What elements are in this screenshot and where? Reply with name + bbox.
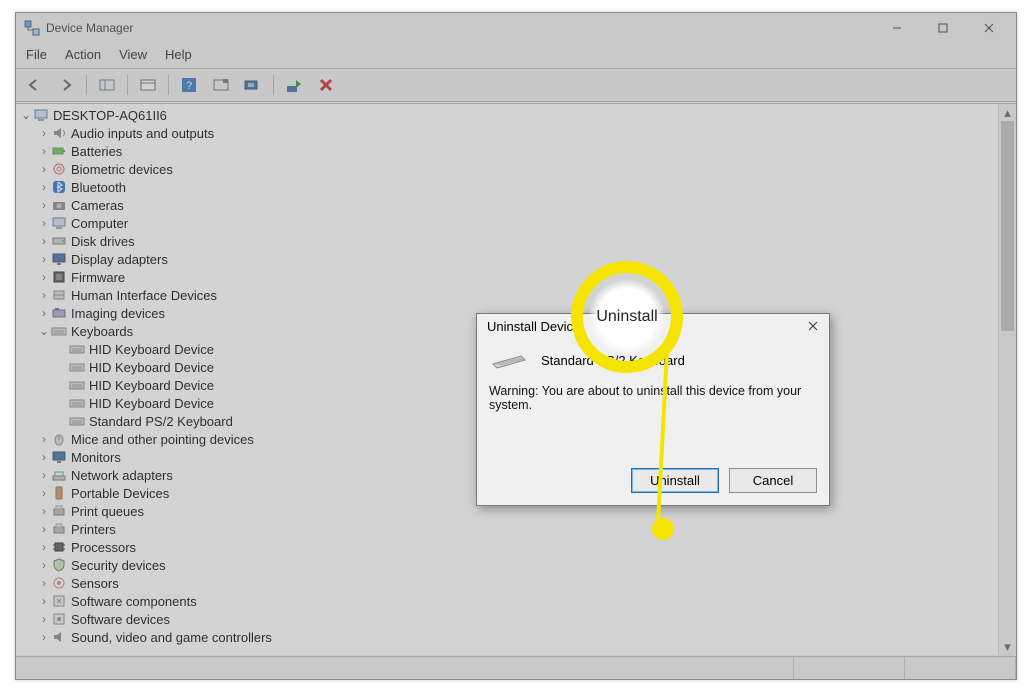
annotation-label: Uninstall [596,308,657,326]
dialog-title: Uninstall Device [487,319,580,334]
uninstall-button[interactable]: Uninstall [631,468,719,493]
annotation-dot [652,518,674,540]
annotation-highlight: Uninstall [571,261,683,373]
dialog-warning-text: Warning: You are about to uninstall this… [489,384,817,412]
keyboard-icon [491,350,527,370]
cancel-button[interactable]: Cancel [729,468,817,493]
dialog-close-button[interactable] [805,318,821,334]
device-manager-window: Device Manager File Action View Help ? ⌄… [15,12,1017,680]
